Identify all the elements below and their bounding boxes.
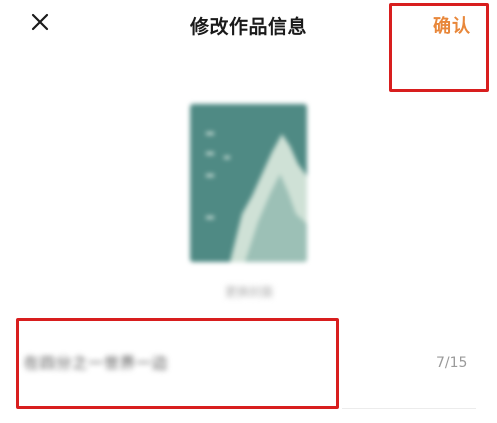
character-counter: 7/15 <box>436 355 468 371</box>
cover-text-mark <box>206 132 214 135</box>
highlight-box-confirm <box>389 3 489 92</box>
field-divider <box>342 408 476 409</box>
cover-text-mark <box>224 156 230 159</box>
highlight-box-title-field <box>16 318 339 409</box>
change-cover-label[interactable]: 更换封面 <box>199 283 299 300</box>
cover-text-mark <box>206 216 214 219</box>
cover-text-mark <box>206 174 214 177</box>
cover-text-mark <box>206 152 214 155</box>
cover-image[interactable] <box>190 104 307 262</box>
